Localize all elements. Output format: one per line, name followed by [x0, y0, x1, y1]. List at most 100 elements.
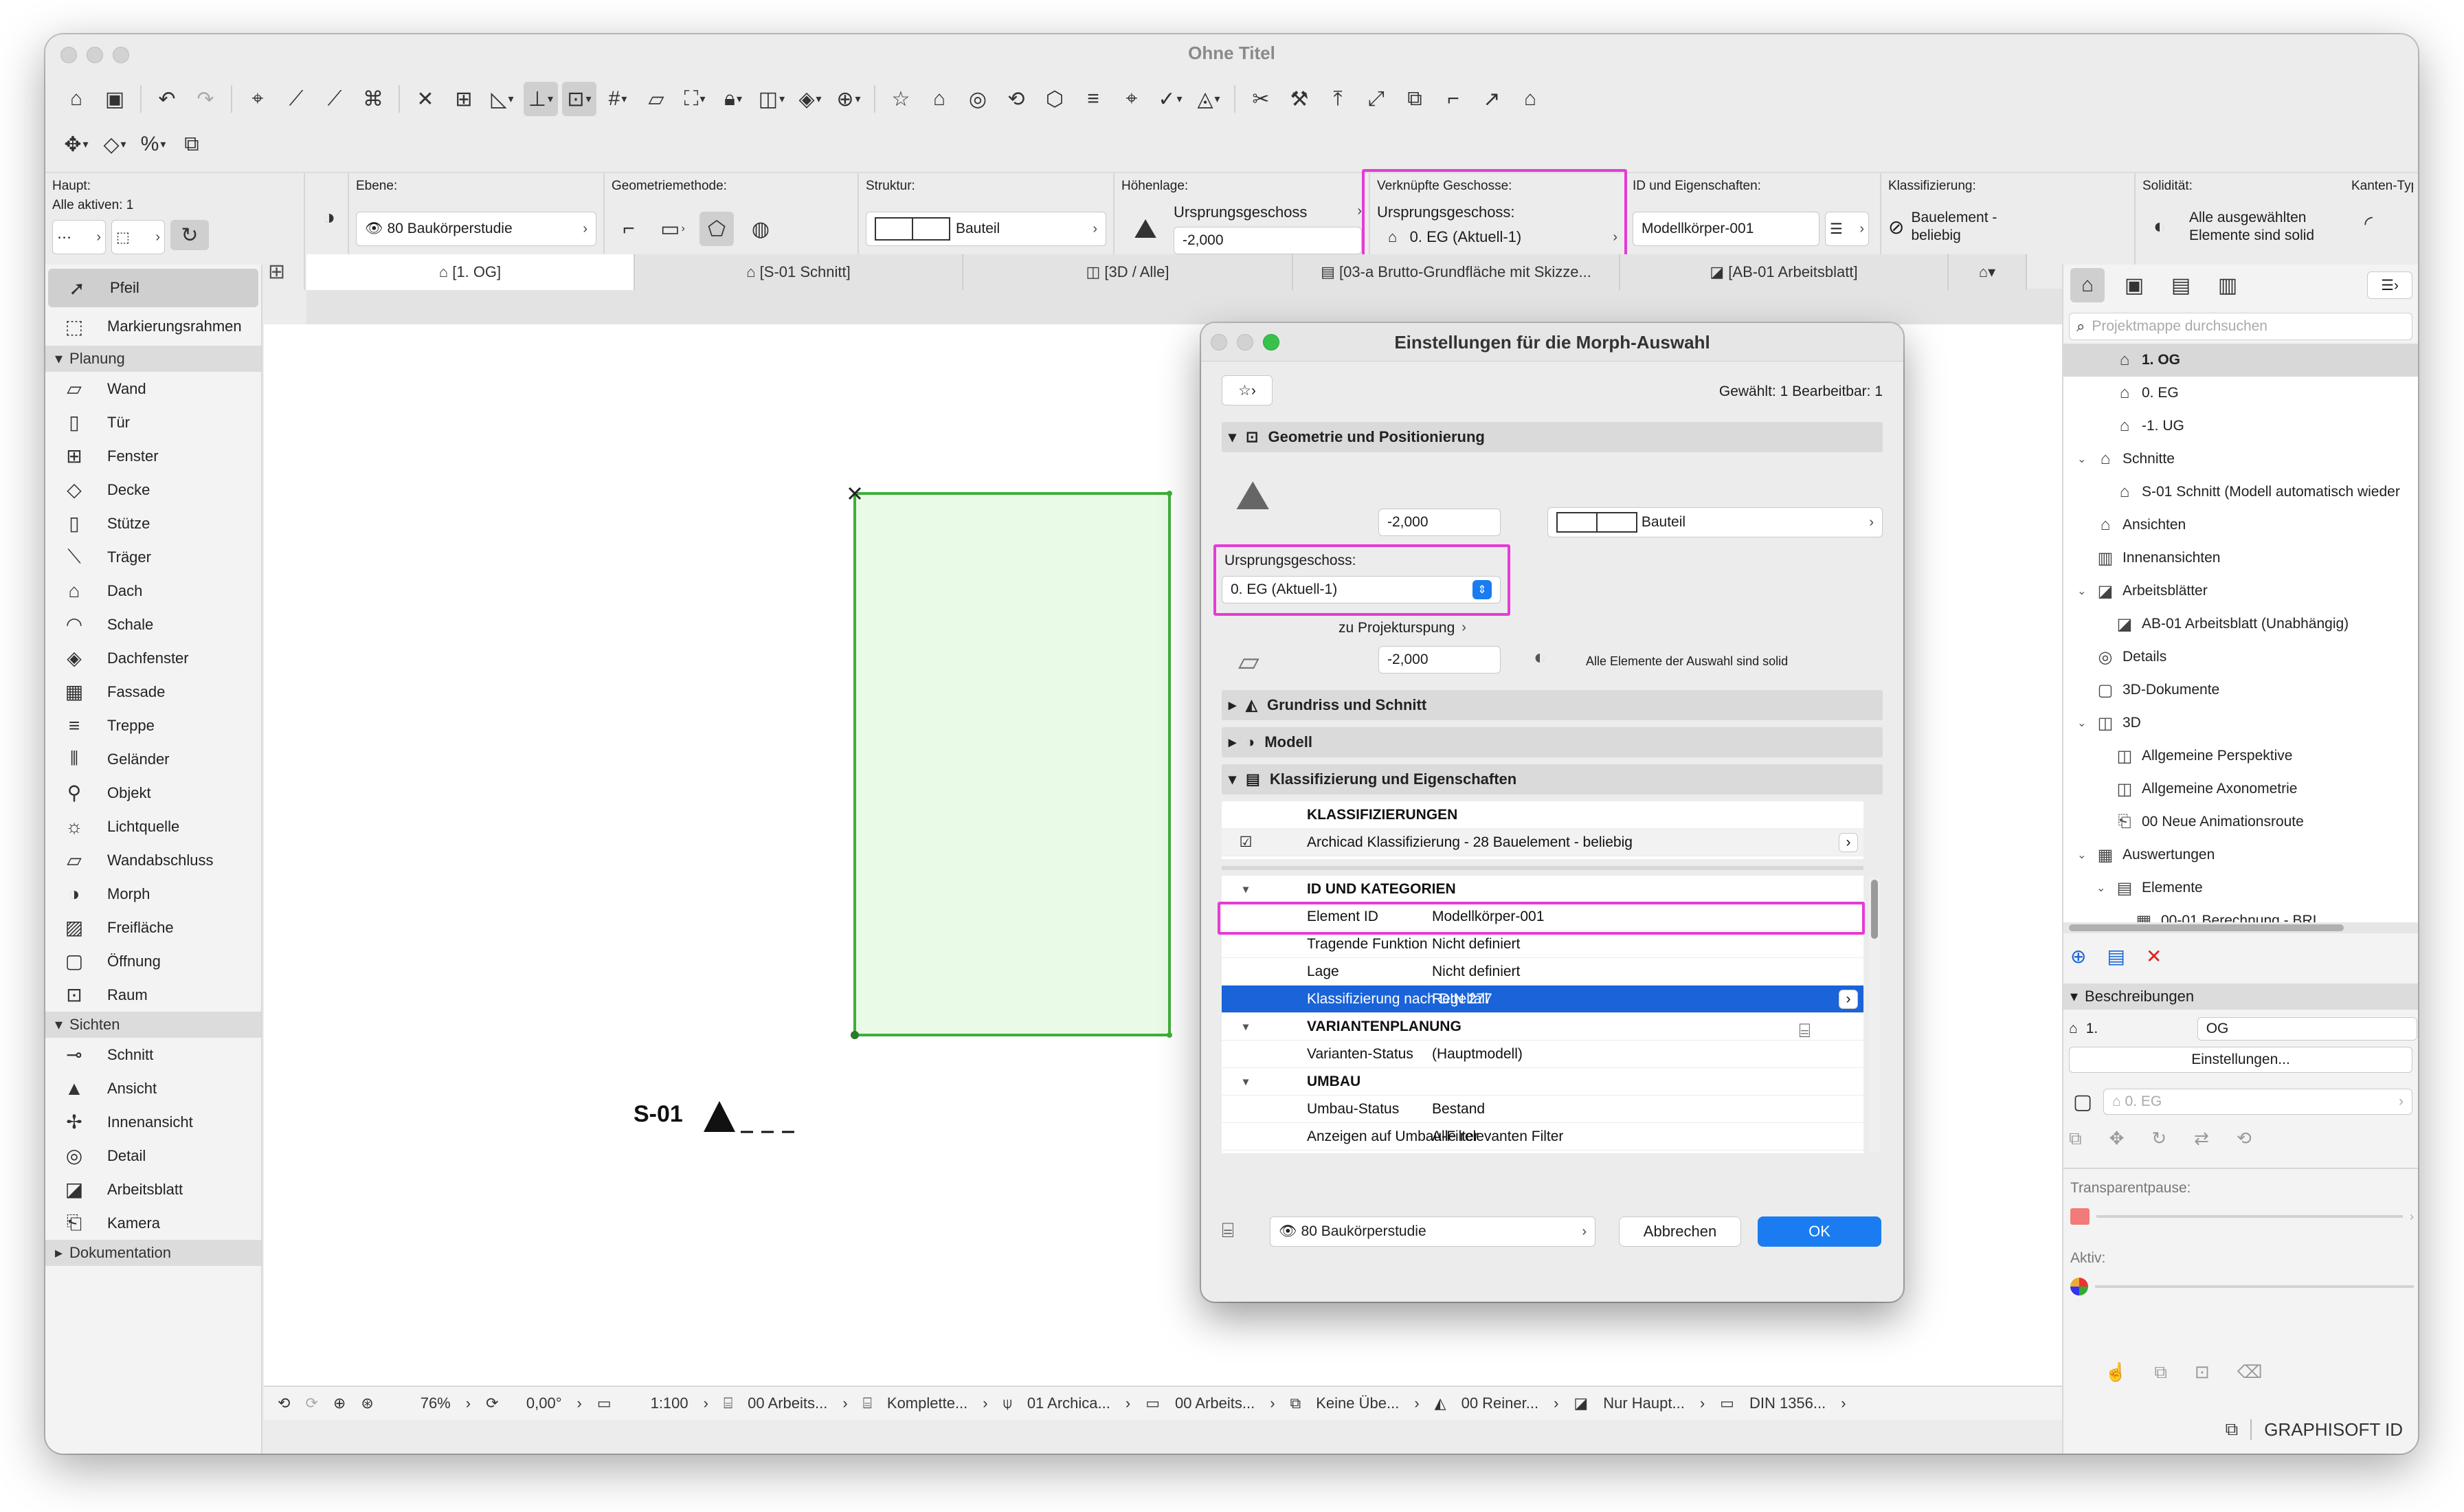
arrange-icon[interactable]: ⊕ ▾: [831, 82, 866, 116]
tool-fassade[interactable]: ▦ Fassade: [45, 675, 261, 709]
disclosure-icon[interactable]: ⌄: [2077, 584, 2088, 598]
tree-item-1-ug[interactable]: ⌂ -1. UG: [2063, 410, 2418, 443]
split-icon[interactable]: ✂: [1244, 82, 1278, 116]
tree-item-innenansichten[interactable]: ▥ Innenansichten: [2063, 542, 2418, 575]
tool-treppe[interactable]: ≡ Treppe: [45, 709, 261, 742]
tree-item-elemente[interactable]: ⌄ ▤ Elemente: [2063, 871, 2418, 904]
zoom-value[interactable]: 76%: [389, 1394, 451, 1412]
group-row-variantenplanung[interactable]: ▾ VARIANTENPLANUNG: [1222, 1013, 1863, 1041]
property-row-anzeigen-auf-umbau-filter[interactable]: Anzeigen auf Umbau-Filter Alle relevanten…: [1222, 1123, 1863, 1150]
edge-type-icon[interactable]: ◜: [2351, 206, 2386, 241]
project-origin-dropdown[interactable]: zu Projekturspung ›: [1339, 620, 1466, 636]
tool-kamera[interactable]: ⎗ Kamera: [45, 1206, 261, 1240]
disclosure-icon[interactable]: ⌄: [2077, 452, 2088, 466]
disclosure-icon[interactable]: ⌄: [2077, 848, 2088, 862]
structure-dropdown[interactable]: Bauteil ›: [866, 212, 1106, 246]
tree-item-0-eg[interactable]: ⌂ 0. EG: [2063, 377, 2418, 410]
save-icon[interactable]: ▣: [98, 82, 132, 116]
group-row-allgemeine-werte[interactable]: ▾Allgemeine Werte: [1222, 1150, 1863, 1153]
tool-markierungsrahmen[interactable]: ⬚ Markierungsrahmen: [45, 307, 261, 346]
morph-settings-icon[interactable]: ◑: [312, 201, 346, 235]
tree-scrollbar[interactable]: [2063, 922, 2418, 933]
group-dokumentation[interactable]: ▸ Dokumentation: [45, 1240, 261, 1266]
zoom-in-icon[interactable]: ⊕: [333, 1394, 346, 1412]
tool-lichtquelle[interactable]: ☼ Lichtquelle: [45, 810, 261, 843]
tool-pfeil[interactable]: ➚ Pfeil: [48, 269, 258, 307]
trace-reset-icon[interactable]: ⟲: [2237, 1128, 2252, 1150]
marquee-dropdown[interactable]: ⬚ ›: [111, 220, 165, 254]
tree-item-schnitte[interactable]: ⌄ ⌂ Schnitte: [2063, 443, 2418, 476]
desc-name-input[interactable]: OG: [2197, 1017, 2417, 1041]
ruler-icon[interactable]: ◺ ▾: [485, 82, 519, 116]
dialog-layer-dropdown[interactable]: 👁︎ 80 Baukörperstudie ›: [1270, 1216, 1595, 1247]
tool-dachfenster[interactable]: ◈ Dachfenster: [45, 641, 261, 675]
tree-item-auswertungen[interactable]: ⌄ ▦ Auswertungen: [2063, 838, 2418, 871]
tree-item-s-01-schnitt-modell-automatisch-wieder[interactable]: ⌂ S-01 Schnitt (Modell automatisch wieder: [2063, 476, 2418, 509]
einstellungen-button[interactable]: Einstellungen...: [2069, 1047, 2412, 1073]
tab-schedule[interactable]: ▤ [03-a Brutto-Grundfläche mit Skizze...: [1293, 254, 1620, 290]
brand-label[interactable]: GRAPHISOFT ID: [2264, 1419, 2403, 1441]
property-row-umbau-status[interactable]: Umbau-Status Bestand: [1222, 1096, 1863, 1123]
copy-icon[interactable]: ⧉: [175, 127, 209, 162]
rotate-icon[interactable]: ⟲: [999, 82, 1033, 116]
fillet-icon[interactable]: ⌐: [1436, 82, 1470, 116]
disclosure-icon[interactable]: ⌄: [2077, 716, 2088, 730]
klass-item-button[interactable]: ›: [1839, 832, 1858, 852]
elevate-icon[interactable]: ⤒: [1321, 82, 1355, 116]
dialog-structure-dropdown[interactable]: Bauteil ›: [1547, 507, 1883, 537]
ok-button[interactable]: OK: [1758, 1216, 1881, 1247]
home-icon[interactable]: ⌂: [59, 82, 93, 116]
trace-toggle-icon[interactable]: ▢: [2069, 1088, 2096, 1115]
trace-fit-icon[interactable]: ⊡: [2195, 1361, 2210, 1383]
element-id-input[interactable]: Modellkörper-001: [1633, 212, 1819, 246]
revolve-method-icon[interactable]: ◍: [743, 212, 778, 246]
percent-icon[interactable]: % ▾: [136, 127, 170, 162]
active-slider[interactable]: [2095, 1285, 2414, 1288]
morph-tool-icon[interactable]: ↻: [170, 220, 209, 250]
property-row-tragende-funktion[interactable]: Tragende Funktion Nicht definiert: [1222, 931, 1863, 958]
transform-icon[interactable]: ◇ ▾: [98, 127, 132, 162]
tool-morph[interactable]: ◑ Morph: [45, 877, 261, 911]
tool-schnitt[interactable]: ⊸ Schnitt: [45, 1038, 261, 1071]
tool-arbeitsblatt[interactable]: ◪ Arbeitsblatt: [45, 1172, 261, 1206]
tool-decke[interactable]: ◇ Decke: [45, 473, 261, 507]
section-marker-triangle[interactable]: [704, 1101, 735, 1132]
add-view-icon[interactable]: ⊕: [2070, 945, 2086, 968]
din-277-button[interactable]: ›: [1839, 989, 1858, 1009]
property-row-klassifizierung-nach-din-277[interactable]: Klassifizierung nach DIN 277 Regelfall ›: [1222, 986, 1863, 1013]
teamwork-icon[interactable]: ⌂: [922, 82, 956, 116]
dimension-icon[interactable]: ⊞: [447, 82, 481, 116]
layer-icon[interactable]: ◫ ▾: [754, 82, 789, 116]
redo-icon[interactable]: ↷: [188, 82, 223, 116]
tag-icon[interactable]: ⌖: [1115, 82, 1149, 116]
section-geometrie[interactable]: ▾ ⊡ Geometrie und Positionierung: [1222, 422, 1883, 452]
freeform-method-icon[interactable]: ⬠: [699, 212, 734, 246]
tree-item-00-neue-animationsroute[interactable]: ⎗ 00 Neue Animationsroute: [2063, 805, 2418, 838]
trace-copy-icon[interactable]: ⧉: [2154, 1361, 2167, 1383]
beschreibungen-header[interactable]: ▾ Beschreibungen: [2063, 983, 2418, 1010]
classification-value[interactable]: Bauelement - beliebig: [1911, 209, 1997, 245]
tool-freiflaeche[interactable]: ▨ Freifläche: [45, 911, 261, 944]
tool-ansicht[interactable]: ▲ Ansicht: [45, 1071, 261, 1105]
tool-dach[interactable]: ⌂ Dach: [45, 574, 261, 608]
group-row-id-und-kategorien[interactable]: ▾ ID UND KATEGORIEN: [1222, 876, 1863, 903]
zoom-fit-icon[interactable]: ⊛: [361, 1394, 373, 1412]
favorites-button[interactable]: ☆›: [1222, 375, 1273, 405]
dimension-std[interactable]: 00 Arbeits...: [1175, 1394, 1255, 1412]
trace-hand-icon[interactable]: ☝: [2105, 1361, 2127, 1383]
elevation-input[interactable]: -2,000: [1174, 227, 1362, 254]
section-marker-label[interactable]: S-01: [634, 1101, 683, 1128]
navigator-search[interactable]: ⌕ Projektmappe durchsuchen: [2069, 313, 2412, 340]
tree-item-ab-01-arbeitsblatt-unabhaengig[interactable]: ◪ AB-01 Arbeitsblatt (Unabhängig): [2063, 608, 2418, 641]
scale-value[interactable]: 1:100: [627, 1394, 688, 1412]
zoom-back-icon[interactable]: ⟲: [278, 1394, 290, 1412]
tab-grid-icon[interactable]: ⊞: [268, 260, 285, 284]
override[interactable]: Keine Übe...: [1316, 1394, 1399, 1412]
plane-icon[interactable]: ▱: [639, 82, 673, 116]
tool-objekt[interactable]: ⚲ Objekt: [45, 776, 261, 810]
tab-3d[interactable]: ◫ [3D / Alle]: [963, 254, 1293, 290]
inject-icon[interactable]: ⟋: [317, 82, 352, 116]
snap-icon[interactable]: ✕: [408, 82, 443, 116]
top-elevation-input[interactable]: -2,000: [1378, 509, 1501, 536]
lock-icon[interactable]: 🔒︎ ▾: [716, 82, 750, 116]
